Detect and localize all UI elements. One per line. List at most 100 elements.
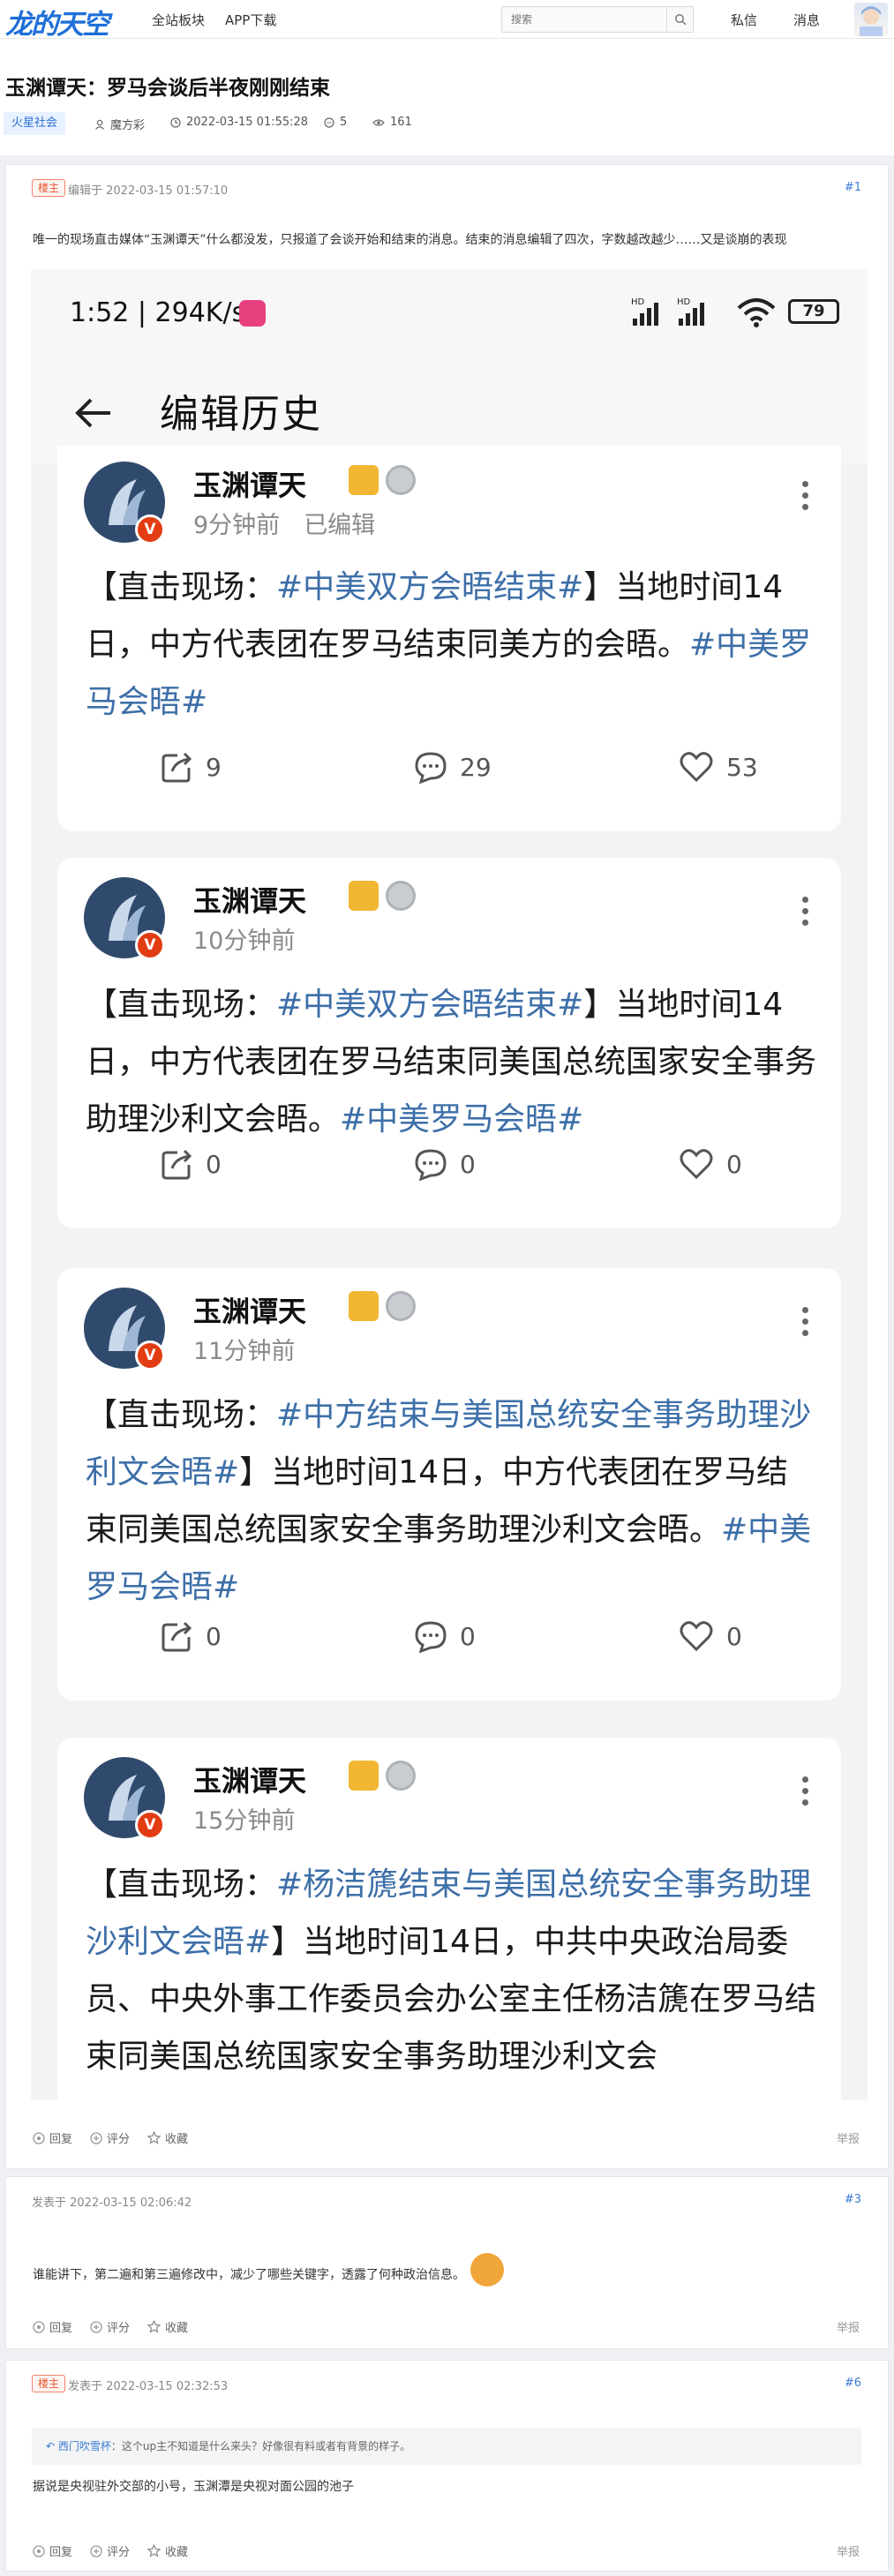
report-link[interactable]: 举报 [837, 2542, 860, 2559]
battery-icon: 79 [788, 299, 839, 324]
weibo-time-text: 15分钟前 [193, 1807, 296, 1835]
op-badge: 楼主 [32, 179, 66, 197]
search-input[interactable] [502, 7, 666, 32]
comment-button[interactable]: 0 [414, 1619, 476, 1653]
wifi-icon [737, 298, 776, 327]
floor-number[interactable]: #6 [845, 2377, 861, 2390]
messages-link[interactable]: 消息 [793, 11, 820, 29]
star-icon [147, 2131, 162, 2144]
more-menu-icon[interactable] [802, 1307, 809, 1336]
replies-count: 5 [340, 116, 348, 129]
weibo-card: V 玉渊谭天 10分钟前 【直击现场：#中美双方会晤结束#】当地时间14日，中方… [57, 858, 841, 1228]
quote-block: ↶ 西门吹雪杯：这个up主不知道是什么来头？好像很有料或者有背景的样子。 [32, 2428, 861, 2465]
weibo-text: 【直击现场：#中方结束与美国总统安全事务助理沙利文会晤#】当地时间14日，中方代… [86, 1386, 818, 1616]
comment-count: 0 [460, 1149, 476, 1179]
verified-icon: V [135, 1810, 165, 1840]
private-messages-link[interactable]: 私信 [731, 11, 757, 29]
site-logo[interactable]: 龙的天空 [5, 2, 109, 41]
like-count: 0 [726, 1149, 742, 1179]
verified-icon: V [135, 514, 165, 544]
user-icon [95, 119, 104, 130]
heart-icon [680, 1149, 713, 1180]
thread-replies: 5 [324, 116, 347, 129]
rate-icon [90, 2544, 102, 2557]
like-count: 0 [726, 1621, 742, 1651]
medal-icon [349, 465, 379, 495]
like-button[interactable]: 0 [679, 1619, 742, 1653]
weibo-card: V 玉渊谭天 15分钟前 【直击现场：#杨洁篪结束与美国总统安全事务助理沙利文会… [57, 1738, 841, 2100]
favorite-button[interactable]: 收藏 [147, 2318, 188, 2335]
rate-label: 评分 [107, 2133, 131, 2146]
signal-icon: HD HD [631, 297, 704, 326]
topic-link[interactable]: #中美罗马会晤# [340, 1101, 583, 1138]
back-arrow-icon[interactable] [75, 398, 112, 428]
rate-button[interactable]: 评分 [90, 2542, 130, 2559]
level-badge-icon [386, 1761, 416, 1791]
medal-icon [349, 881, 379, 911]
text-prefix: 【直击现场： [86, 569, 277, 605]
rate-icon [90, 2131, 102, 2144]
topic-link[interactable]: #中美双方会晤结束# [276, 987, 583, 1023]
like-button[interactable]: 53 [679, 750, 758, 784]
text-prefix: 【直击现场： [86, 1397, 277, 1433]
more-menu-icon[interactable] [802, 481, 809, 510]
verified-icon: V [135, 1341, 165, 1371]
text-prefix: 【直击现场： [86, 1866, 277, 1903]
weibo-time: 9分钟前 已编辑 [193, 506, 375, 540]
reply-label: 回复 [49, 2546, 73, 2559]
weibo-text: 【直击现场：#中美双方会晤结束#】当地时间14日，中方代表团在罗马结束同美国总统… [86, 976, 818, 1148]
weibo-actions: 0 0 0 [57, 1619, 841, 1672]
repost-icon [162, 1621, 192, 1652]
floor-number[interactable]: #1 [845, 181, 861, 194]
report-link[interactable]: 举报 [837, 2318, 860, 2335]
weibo-author: 玉渊谭天 [193, 884, 307, 918]
top-bar: 龙的天空 全站板块 APP下载 私信 消息 [0, 0, 894, 41]
more-menu-icon[interactable] [802, 897, 809, 926]
rate-button[interactable]: 评分 [90, 2129, 130, 2146]
weibo-time-text: 11分钟前 [193, 1338, 296, 1365]
weibo-card: V 玉渊谭天 11分钟前 【直击现场：#中方结束与美国总统安全事务助理沙利文会晤… [57, 1268, 841, 1701]
like-button[interactable]: 0 [679, 1147, 742, 1181]
search-button[interactable] [666, 7, 693, 32]
rate-button[interactable]: 评分 [90, 2318, 130, 2335]
nav-all-boards[interactable]: 全站板块 [152, 11, 205, 29]
comment-count: 29 [460, 752, 492, 782]
floor-number[interactable]: #3 [845, 2193, 861, 2206]
thread-author: 魔方彩 [94, 116, 145, 132]
author-name[interactable]: 魔方彩 [110, 116, 145, 132]
medal-icon [349, 1761, 379, 1791]
post-actions: 回复 评分 收藏 [33, 2542, 188, 2559]
favorite-button[interactable]: 收藏 [147, 2129, 188, 2146]
quote-user[interactable]: 西门吹雪杯 [58, 2440, 111, 2452]
weibo-actions: 0 0 0 [57, 1147, 841, 1200]
post-time: 发表于 2022-03-15 02:32:53 [68, 2380, 229, 2393]
post-actions: 回复 评分 收藏 [33, 2318, 188, 2335]
weibo-card: V 玉渊谭天 9分钟前 已编辑 【直击现场：#中美双方会晤结束#】当地时间14日… [57, 446, 841, 831]
thread-datetime: 2022-03-15 01:55:28 [170, 116, 308, 129]
weibo-time-text: 10分钟前 [193, 928, 296, 955]
favorite-label: 收藏 [165, 2133, 189, 2146]
comment-bubble-icon [415, 1149, 447, 1181]
repost-button[interactable]: 9 [160, 750, 222, 784]
repost-icon [162, 752, 192, 783]
reply-button[interactable]: 回复 [33, 2129, 72, 2146]
topic-link[interactable]: #中美双方会晤结束# [276, 569, 583, 605]
reply-button[interactable]: 回复 [33, 2542, 72, 2559]
post-actions: 回复 评分 收藏 [33, 2129, 188, 2146]
repost-button[interactable]: 0 [160, 1619, 222, 1653]
comment-bubble-icon [415, 752, 447, 784]
nav-app-download[interactable]: APP下载 [225, 11, 276, 29]
user-avatar[interactable] [854, 3, 888, 36]
reply-button[interactable]: 回复 [33, 2318, 72, 2335]
thread-header: 玉渊谭天：罗马会谈后半夜刚刚结束 火星社会 魔方彩 2022-03-15 01:… [0, 39, 894, 155]
repost-button[interactable]: 0 [160, 1147, 222, 1181]
level-badge-icon [386, 1291, 416, 1321]
more-menu-icon[interactable] [802, 1776, 809, 1806]
board-tag[interactable]: 火星社会 [4, 112, 66, 135]
comment-button[interactable]: 0 [414, 1147, 476, 1181]
monkey-emoji-icon [470, 2253, 504, 2287]
post-time: 编辑于 2022-03-15 01:57:10 [68, 184, 229, 198]
comment-button[interactable]: 29 [414, 750, 492, 784]
report-link[interactable]: 举报 [837, 2129, 860, 2146]
favorite-button[interactable]: 收藏 [147, 2542, 188, 2559]
